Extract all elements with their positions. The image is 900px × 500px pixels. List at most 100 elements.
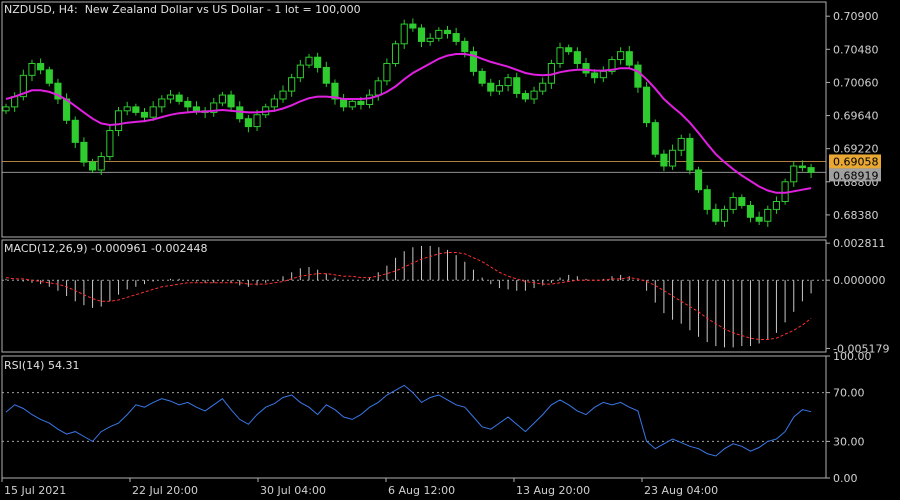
candle-body (573, 51, 581, 65)
candle-body (270, 98, 278, 108)
rsi-line (5, 384, 812, 457)
candle-body (478, 70, 486, 84)
candle-body (530, 90, 538, 100)
price-tick-label: 0.69640 (833, 110, 879, 123)
candle-body (28, 63, 36, 76)
candle-body (617, 51, 625, 61)
candle-body (114, 110, 123, 132)
candle-body (504, 77, 512, 87)
candle-body (712, 208, 720, 222)
candle-body (790, 165, 798, 183)
candle-body (244, 118, 252, 128)
candle-body (660, 153, 668, 167)
candle-body (746, 204, 755, 218)
time-tick-label: 15 Jul 2021 (4, 484, 66, 497)
rsi-tick-label: 0.00 (833, 472, 858, 485)
candle-body (45, 69, 53, 84)
candle-body (149, 106, 157, 118)
price-tick-label: 0.70480 (833, 43, 879, 56)
candle-body (357, 100, 365, 106)
time-tick-label: 23 Aug 04:00 (644, 484, 718, 497)
price-tick-label: 0.69220 (833, 143, 879, 156)
candle-body (366, 94, 374, 106)
candle-body (764, 208, 772, 222)
candle-body (677, 137, 685, 151)
rsi-label: RSI(14) 54.31 (4, 359, 80, 372)
candle-body (322, 66, 330, 84)
candle-body (599, 70, 607, 79)
ask-price-tag-label: 0.69058 (833, 155, 879, 168)
candle-body (755, 216, 763, 222)
candle-body (37, 63, 45, 71)
candle-body (417, 27, 426, 42)
macd-tick-label: 0.000000 (833, 274, 886, 287)
candle-body (340, 98, 348, 108)
candle-body (106, 130, 114, 158)
price-tick-label: 0.68380 (833, 209, 879, 222)
rsi-tick-label: 30.00 (833, 435, 865, 448)
candle-body (80, 141, 88, 163)
candle-body (461, 40, 469, 53)
candle-body (513, 77, 521, 94)
candle-body (556, 47, 564, 65)
candle-body (435, 29, 443, 39)
candle-body (625, 51, 633, 66)
candle-body (409, 23, 417, 29)
time-tick-label: 13 Aug 20:00 (516, 484, 590, 497)
price-tick-label: 0.70900 (833, 10, 879, 23)
candle-body (729, 197, 737, 210)
candle-body (97, 156, 105, 171)
candle-body (772, 201, 781, 210)
candle-body (123, 106, 131, 112)
candle-body (348, 100, 356, 108)
rsi-frame (1, 355, 827, 479)
candle-body (175, 94, 183, 102)
candle-body (443, 29, 452, 35)
candle-body (374, 80, 382, 96)
candle-body (798, 165, 806, 169)
candle-body (807, 167, 815, 173)
candle-body (184, 100, 192, 108)
candle-body (703, 189, 711, 210)
candle-body (582, 63, 590, 74)
candle-body (634, 64, 642, 88)
candle-body (279, 90, 287, 100)
candle-body (452, 33, 460, 42)
candle-body (643, 86, 651, 124)
candle-body (400, 23, 408, 45)
candle-body (720, 208, 729, 222)
candle-body (694, 169, 703, 191)
candle-body (487, 82, 495, 92)
candle-body (668, 149, 677, 167)
candle-body (218, 94, 226, 104)
candle-body (288, 77, 296, 92)
candle-body (305, 56, 313, 66)
candle-body (192, 106, 201, 112)
rsi-pane (2, 384, 826, 457)
candle-body (253, 114, 261, 128)
time-tick-label: 22 Jul 20:00 (132, 484, 198, 497)
candle-body (391, 43, 400, 65)
macd-pane (2, 245, 826, 348)
price-pane (2, 18, 826, 227)
candle-body (71, 119, 79, 143)
candle-body (227, 94, 235, 108)
candle-body (426, 37, 434, 42)
candle-body (686, 137, 694, 171)
candle-body (591, 72, 599, 79)
candle-body (132, 106, 140, 113)
candle-body (88, 161, 97, 171)
candle-body (565, 47, 573, 53)
candle-body (314, 56, 322, 68)
candle-body (383, 63, 391, 82)
macd-frame (1, 239, 827, 353)
candle-body (166, 94, 175, 100)
price-tick-label: 0.70060 (833, 76, 879, 89)
time-tick-label: 6 Aug 12:00 (388, 484, 455, 497)
candle-body (140, 111, 149, 118)
time-tick-label: 30 Jul 04:00 (260, 484, 326, 497)
candle-body (521, 92, 529, 100)
candle-body (651, 122, 659, 155)
candle-body (296, 64, 304, 79)
candle-body (2, 106, 10, 112)
